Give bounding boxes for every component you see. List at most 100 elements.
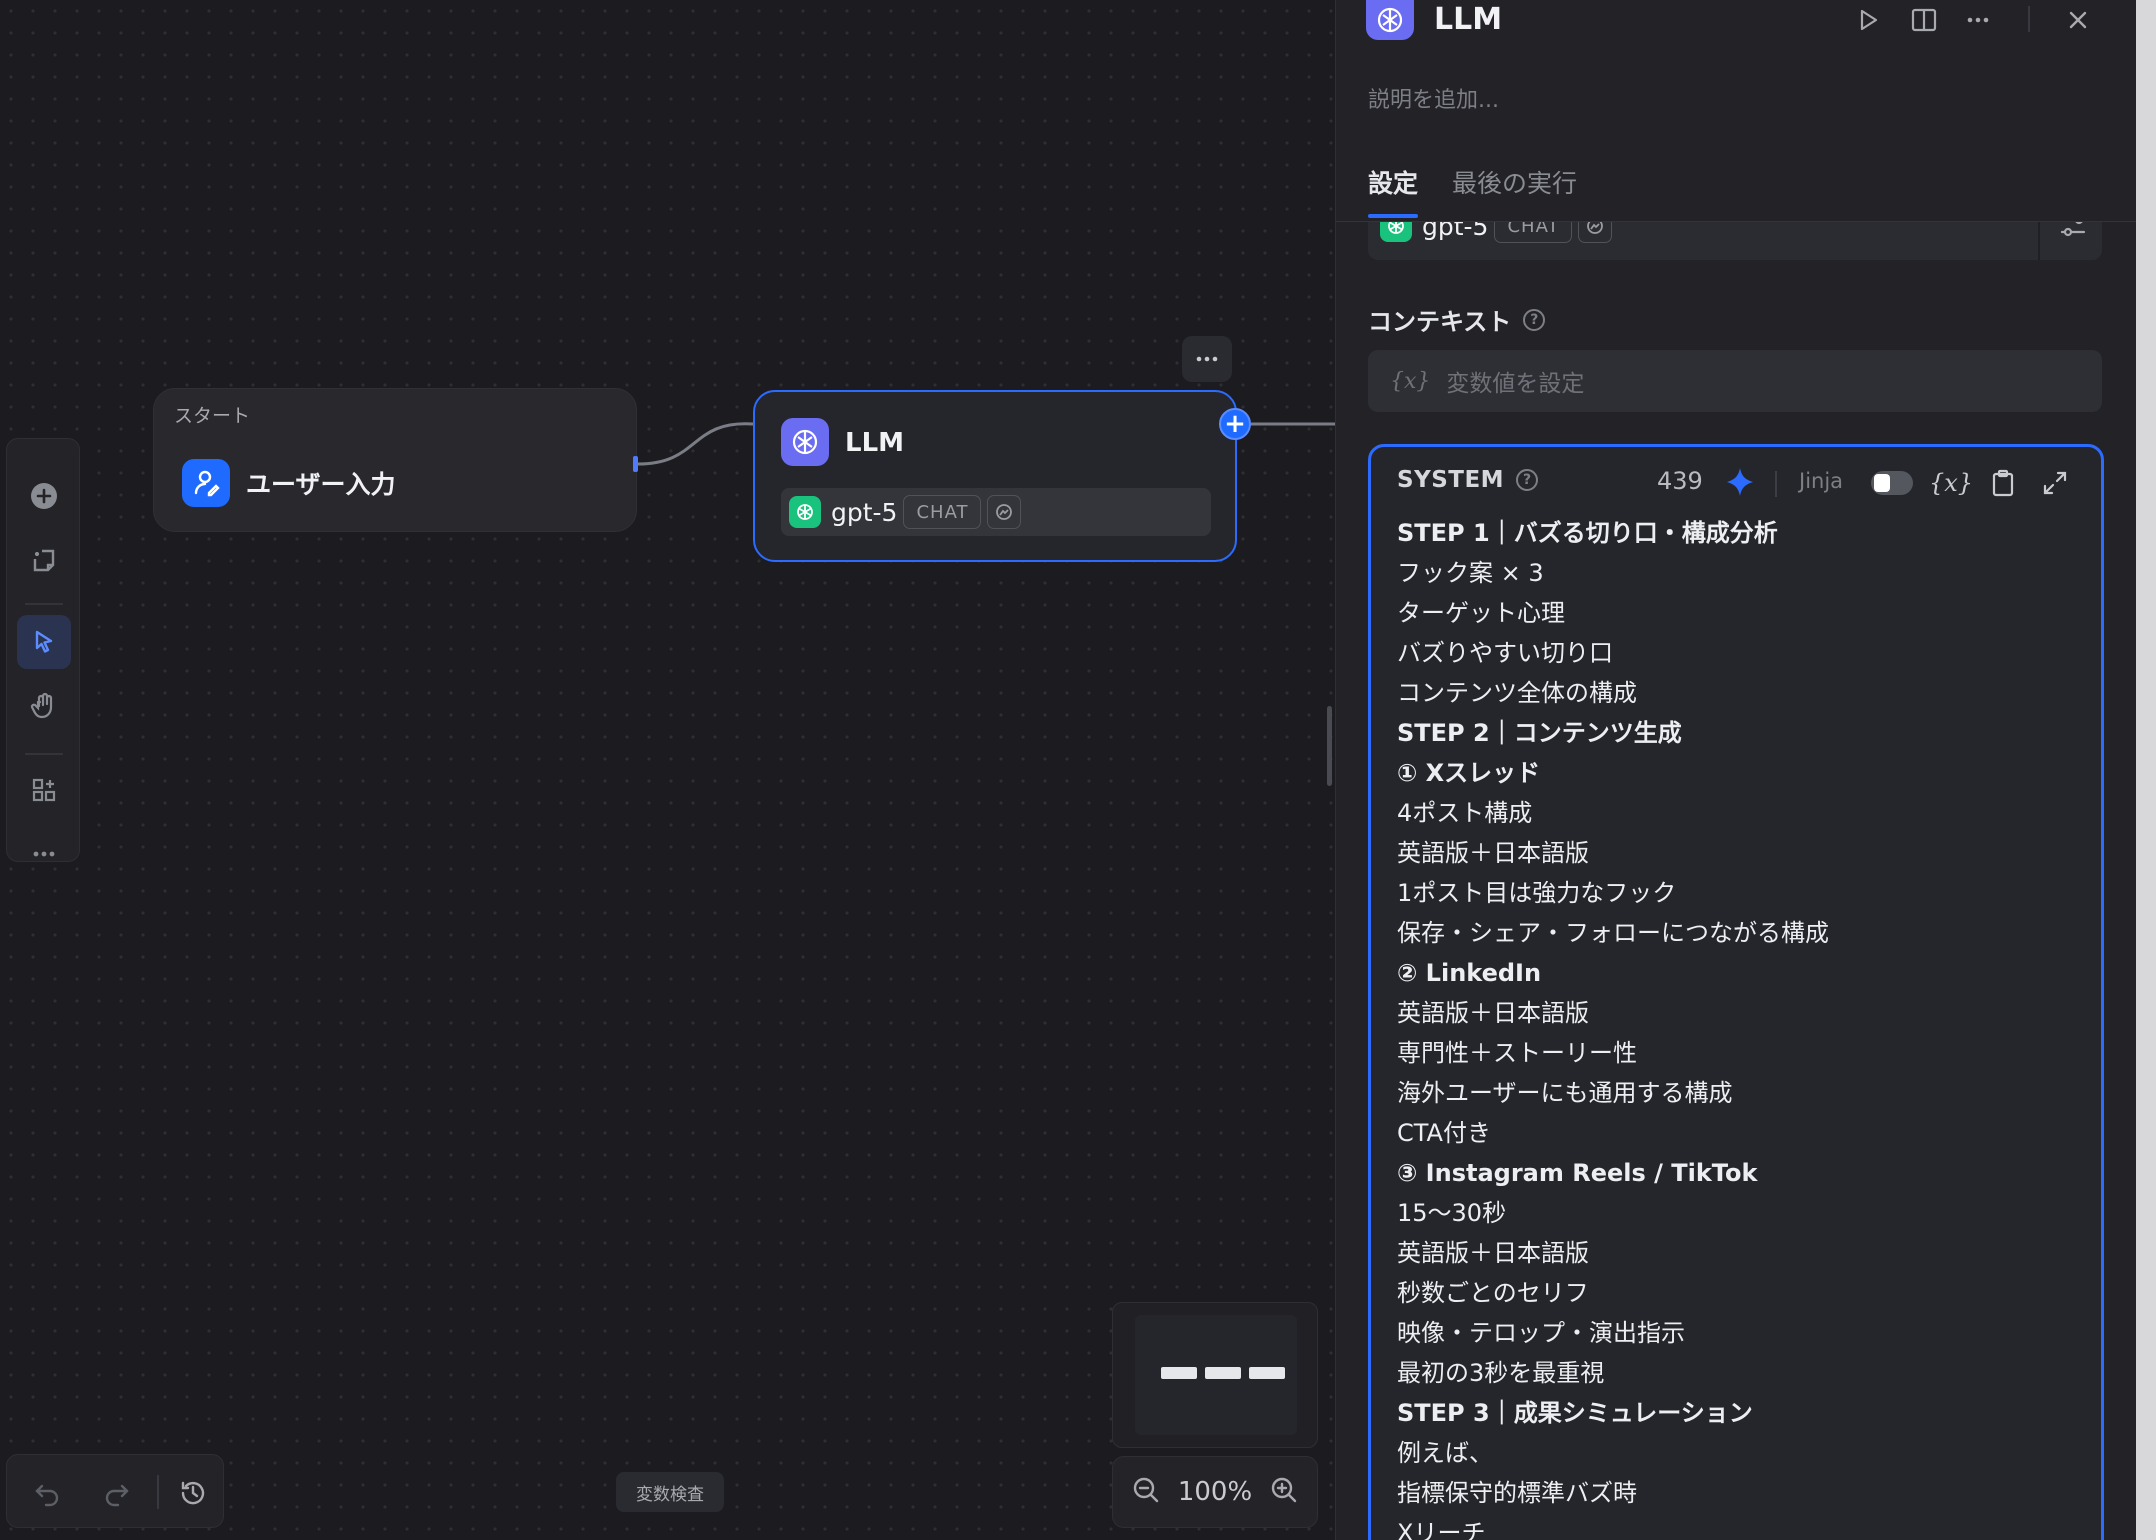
prompt-line: 英語版＋日本語版 bbox=[1397, 839, 1589, 867]
vision-badge-icon bbox=[987, 495, 1022, 529]
prompt-line: ③ Instagram Reels / TikTok bbox=[1397, 1159, 1758, 1187]
panel-tabs: 設定 最後の実行 bbox=[1368, 164, 1577, 218]
workflow-canvas[interactable]: スタート ユーザー入力 LLM gpt-5 CHAT + 変数検査 100% bbox=[0, 0, 1335, 1540]
add-note-button[interactable] bbox=[17, 533, 71, 587]
copy-prompt-button[interactable] bbox=[1983, 463, 2023, 503]
version-history-button[interactable] bbox=[173, 1473, 213, 1513]
prompt-line: 海外ユーザーにも通用する構成 bbox=[1397, 1079, 1733, 1107]
llm-node-model-row: gpt-5 CHAT bbox=[781, 488, 1211, 536]
jinja-toggle[interactable] bbox=[1871, 471, 1913, 495]
model-params-icon[interactable] bbox=[2058, 222, 2088, 242]
prompt-line: 1ポスト目は強力なフック bbox=[1397, 879, 1677, 907]
add-next-node-button[interactable]: + bbox=[1219, 408, 1251, 440]
toolbar-divider bbox=[25, 753, 63, 755]
ai-generate-sparkle-icon[interactable] bbox=[1723, 465, 1757, 499]
more-horizontal-icon bbox=[1196, 356, 1218, 362]
node-more-button[interactable] bbox=[1182, 336, 1232, 382]
prompt-line: CTA付き bbox=[1397, 1119, 1491, 1147]
model-mode-chip: CHAT bbox=[1494, 222, 1573, 243]
prompt-line: Xリーチ bbox=[1397, 1519, 1486, 1540]
llm-node-model-name: gpt-5 bbox=[831, 497, 898, 527]
zoom-level[interactable]: 100% bbox=[1178, 1477, 1252, 1507]
llm-node-title: LLM bbox=[845, 428, 905, 458]
prompt-line: フック案 × 3 bbox=[1397, 559, 1544, 587]
pointer-mode-button[interactable] bbox=[17, 615, 71, 669]
help-icon[interactable]: ? bbox=[1523, 308, 1546, 331]
more-horizontal-icon bbox=[33, 851, 55, 857]
prompt-line: ターゲット心理 bbox=[1397, 599, 1565, 627]
system-prompt-text[interactable]: STEP 1｜バズる切り口・構成分析 フック案 × 3 ターゲット心理 バズりやすい切… bbox=[1397, 513, 2087, 1540]
split-view-button[interactable] bbox=[1904, 2, 1944, 38]
model-selector[interactable]: gpt-5 CHAT bbox=[1368, 222, 2102, 260]
redo-icon bbox=[105, 1484, 129, 1507]
expand-editor-button[interactable] bbox=[2035, 463, 2075, 503]
prompt-line: バズりやすい切り口 bbox=[1397, 639, 1613, 667]
history-clock-icon bbox=[181, 1481, 205, 1505]
expand-icon bbox=[2043, 471, 2067, 495]
help-icon[interactable]: ? bbox=[1516, 469, 1539, 491]
zoom-out-button[interactable] bbox=[1131, 1475, 1161, 1509]
llm-brain-icon bbox=[1366, 0, 1414, 40]
minimap-node bbox=[1249, 1367, 1285, 1379]
zoom-controls: 100% bbox=[1112, 1456, 1318, 1528]
prompt-line: STEP 3｜成果シミュレーション bbox=[1397, 1399, 1753, 1427]
more-horizontal-icon bbox=[1967, 17, 1989, 23]
minimap[interactable] bbox=[1112, 1302, 1318, 1448]
note-add-icon bbox=[33, 549, 55, 572]
undo-button[interactable] bbox=[27, 1473, 67, 1513]
zoom-in-icon bbox=[1271, 1477, 1297, 1503]
canvas-toolbar bbox=[6, 438, 80, 862]
clipboard-icon bbox=[1992, 469, 2014, 497]
system-header-divider bbox=[1775, 471, 1777, 497]
tab-settings[interactable]: 設定 bbox=[1368, 164, 1419, 218]
model-name: gpt-5 bbox=[1422, 222, 1489, 241]
prompt-line: 指標保守的標準バズ時 bbox=[1397, 1479, 1637, 1507]
add-node-button[interactable] bbox=[17, 469, 71, 523]
llm-node[interactable]: LLM gpt-5 CHAT bbox=[753, 390, 1237, 562]
hand-mode-button[interactable] bbox=[17, 679, 71, 733]
panel-scroll-area[interactable]: gpt-5 CHAT コンテキスト ? {x} 変数値を設定 SYSTEM ? … bbox=[1336, 222, 2136, 1540]
panel-more-button[interactable] bbox=[1958, 2, 1998, 38]
prompt-line: 最初の3秒を最重視 bbox=[1397, 1359, 1605, 1387]
panel-resize-handle[interactable] bbox=[1327, 706, 1332, 786]
vision-badge-icon bbox=[1578, 222, 1613, 243]
zoom-in-button[interactable] bbox=[1269, 1475, 1299, 1509]
tab-last-run[interactable]: 最後の実行 bbox=[1452, 164, 1577, 218]
start-node-title: ユーザー入力 bbox=[246, 470, 396, 499]
prompt-line: 15〜30秒 bbox=[1397, 1199, 1507, 1227]
window-scrollbar[interactable] bbox=[2136, 0, 2156, 1540]
system-prompt-editor[interactable]: SYSTEM ? 439 Jinja {x} STEP 1｜バズる切り口・構成分… bbox=[1368, 444, 2104, 1540]
llm-node-mode-chip: CHAT bbox=[903, 495, 982, 529]
prompt-line: 英語版＋日本語版 bbox=[1397, 999, 1589, 1027]
start-node[interactable]: スタート ユーザー入力 bbox=[153, 388, 637, 532]
context-variable-input[interactable]: {x} 変数値を設定 bbox=[1368, 350, 2102, 412]
panel-header-divider bbox=[2028, 6, 2030, 32]
prompt-line: 4ポスト構成 bbox=[1397, 799, 1533, 827]
hand-icon bbox=[30, 692, 53, 719]
cursor-arrow-icon bbox=[35, 630, 53, 653]
close-panel-button[interactable] bbox=[2058, 2, 2098, 38]
openai-icon bbox=[1380, 222, 1412, 242]
variable-inspect-button[interactable]: 変数検査 bbox=[616, 1472, 724, 1512]
panel-title: LLM bbox=[1434, 2, 1503, 37]
prompt-line: 保存・シェア・フォローにつながる構成 bbox=[1397, 919, 1829, 947]
insert-variable-button[interactable]: {x} bbox=[1928, 463, 1974, 503]
prompt-line: 英語版＋日本語版 bbox=[1397, 1239, 1589, 1267]
prompt-line: STEP 2｜コンテンツ生成 bbox=[1397, 719, 1682, 747]
prompt-line: 秒数ごとのセリフ bbox=[1397, 1279, 1589, 1307]
plus-circle-icon bbox=[31, 483, 57, 509]
redo-button[interactable] bbox=[97, 1473, 137, 1513]
variable-icon: {x} bbox=[1928, 469, 1974, 497]
edge-start-to-llm bbox=[637, 422, 754, 466]
split-panel-icon bbox=[1911, 8, 1937, 32]
play-icon bbox=[1860, 9, 1878, 31]
start-node-output-handle[interactable] bbox=[633, 456, 638, 472]
toolbar-more-button[interactable] bbox=[17, 827, 71, 881]
openai-icon bbox=[789, 496, 821, 528]
prompt-line: 例えば、 bbox=[1397, 1439, 1493, 1467]
run-node-button[interactable] bbox=[1848, 2, 1888, 38]
organize-blocks-button[interactable] bbox=[17, 763, 71, 817]
description-input[interactable]: 説明を追加... bbox=[1368, 82, 1499, 114]
variable-icon: {x} bbox=[1390, 368, 1431, 394]
llm-brain-icon bbox=[781, 418, 829, 466]
